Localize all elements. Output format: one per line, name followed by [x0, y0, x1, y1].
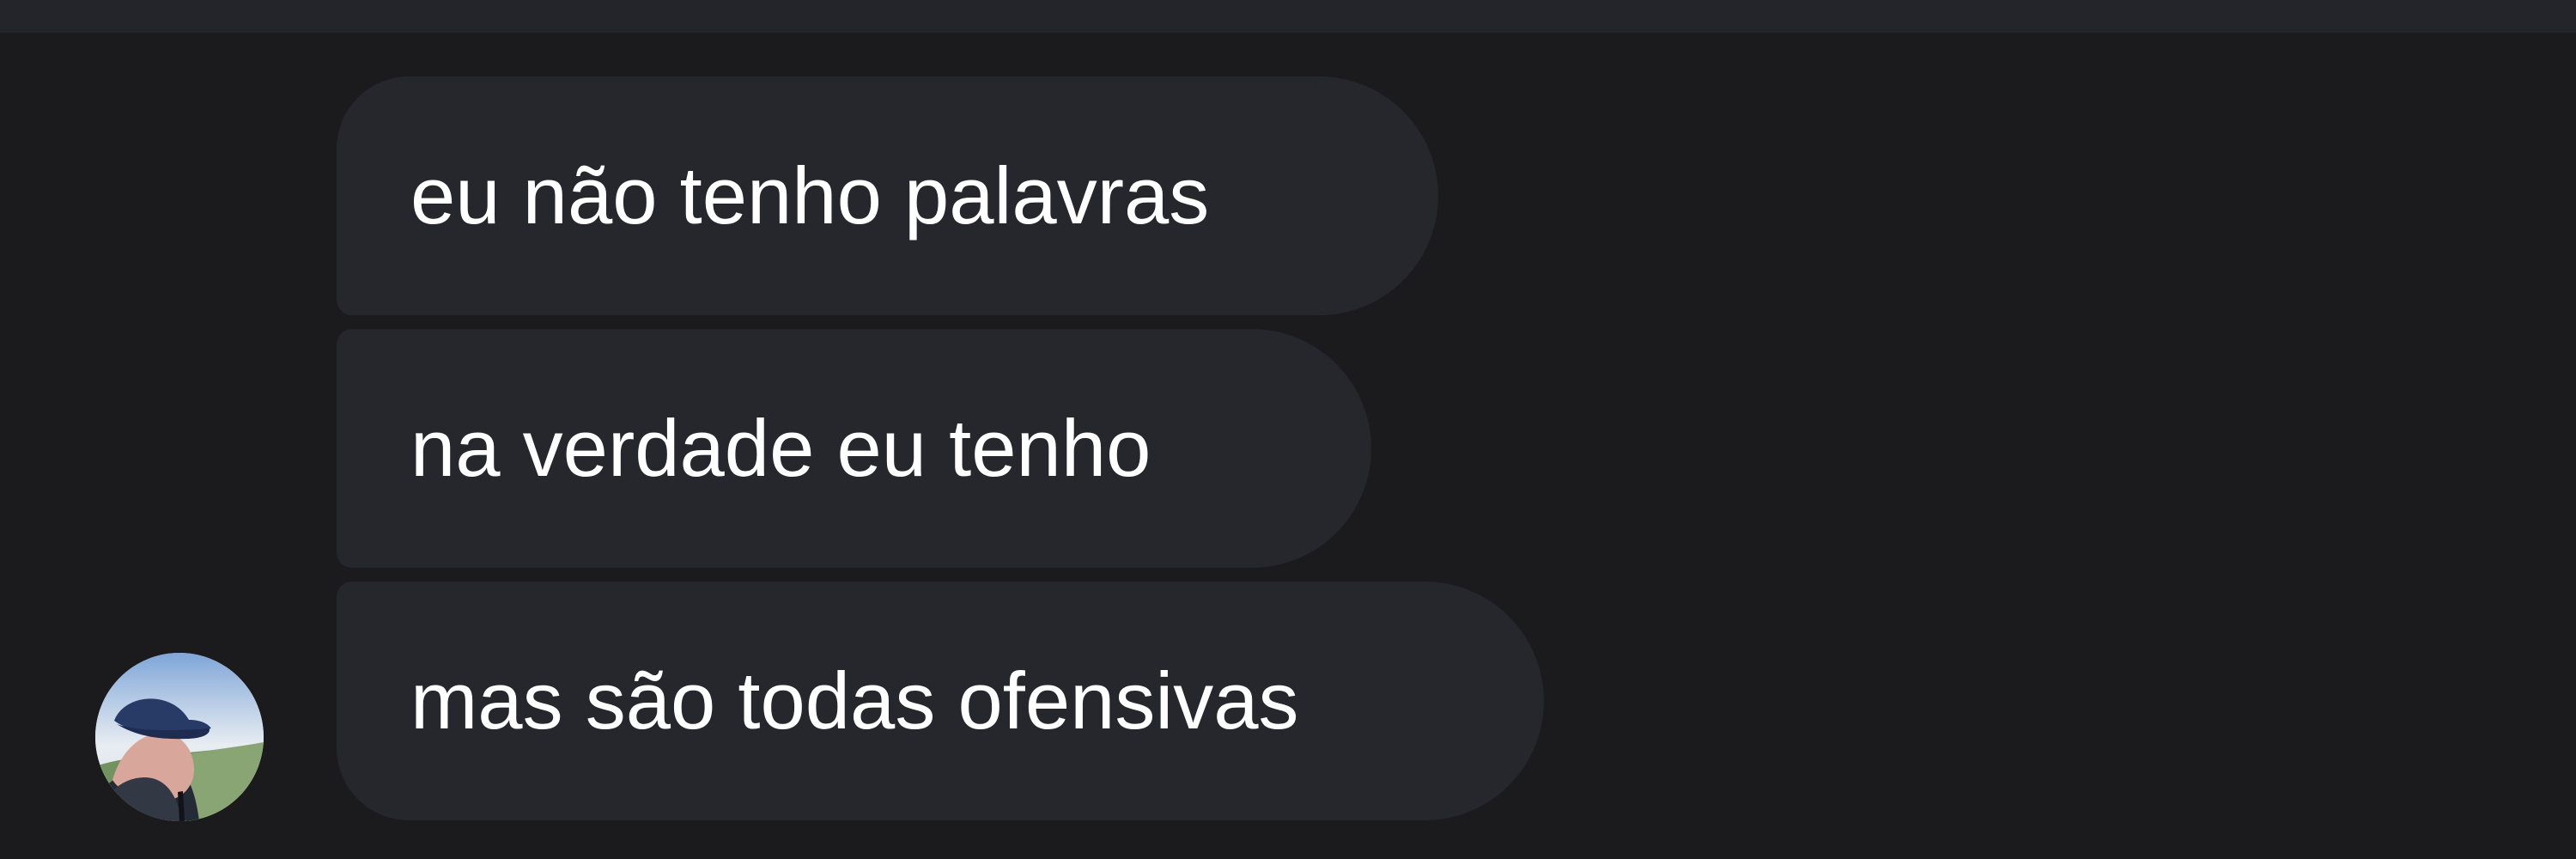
message-thread: eu não tenho palavras na verdade eu tenh… — [0, 0, 2576, 859]
message-text: na verdade eu tenho — [410, 403, 1151, 493]
message-bubble[interactable]: mas são todas ofensivas — [337, 582, 1544, 820]
avatar[interactable] — [95, 653, 264, 821]
profile-photo-icon — [95, 653, 264, 821]
message-bubble[interactable]: na verdade eu tenho — [337, 329, 1371, 568]
message-text: eu não tenho palavras — [410, 150, 1210, 241]
message-bubble[interactable]: eu não tenho palavras — [337, 76, 1438, 315]
message-text: mas são todas ofensivas — [410, 655, 1299, 746]
